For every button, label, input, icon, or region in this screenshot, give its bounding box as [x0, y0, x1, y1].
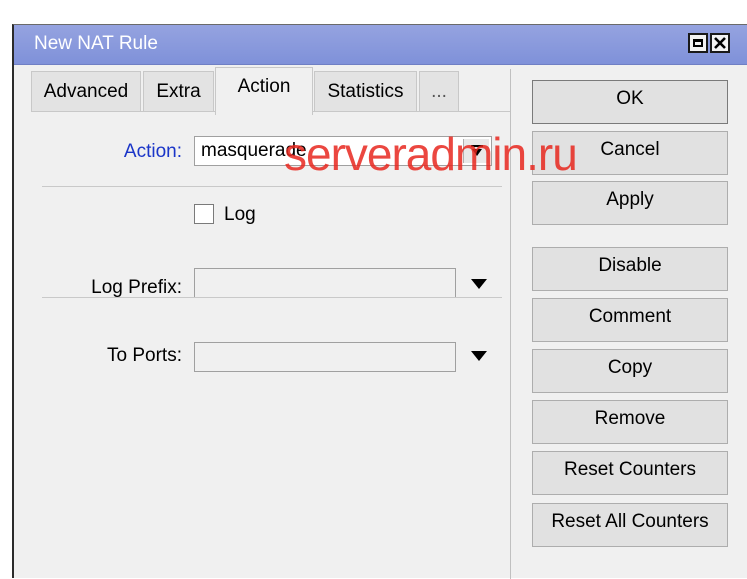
action-dropdown-button[interactable]	[463, 139, 489, 163]
tab-extra[interactable]: Extra	[143, 71, 214, 111]
action-value: masquerade	[201, 140, 307, 161]
log-prefix-expand-icon[interactable]	[471, 279, 487, 289]
nat-rule-window: New NAT Rule Advanced Extra Statistics .…	[12, 24, 747, 579]
disable-button[interactable]: Disable	[532, 247, 728, 291]
window-title: New NAT Rule	[34, 33, 158, 54]
reset-counters-button[interactable]: Reset Counters	[532, 451, 728, 495]
close-icon	[714, 37, 726, 49]
dropdown-arrow-icon	[470, 145, 483, 156]
log-label: Log	[224, 204, 256, 225]
separator	[42, 186, 502, 187]
maximize-icon	[693, 39, 703, 47]
tab-advanced[interactable]: Advanced	[31, 71, 141, 111]
log-prefix-input[interactable]	[194, 268, 456, 298]
maximize-button[interactable]	[688, 33, 708, 53]
ok-button[interactable]: OK	[532, 80, 728, 124]
log-prefix-label: Log Prefix:	[91, 277, 182, 298]
to-ports-label: To Ports:	[107, 345, 182, 366]
panel-divider	[510, 69, 511, 579]
action-select[interactable]: masquerade	[194, 136, 492, 166]
reset-all-counters-button[interactable]: Reset All Counters	[532, 503, 728, 547]
to-ports-expand-icon[interactable]	[471, 351, 487, 361]
separator	[42, 297, 502, 298]
cancel-button[interactable]: Cancel	[532, 131, 728, 175]
action-label: Action:	[123, 141, 182, 162]
tab-statistics[interactable]: Statistics	[314, 71, 417, 111]
remove-button[interactable]: Remove	[532, 400, 728, 444]
copy-button[interactable]: Copy	[532, 349, 728, 393]
apply-button[interactable]: Apply	[532, 181, 728, 225]
tab-more[interactable]: ...	[419, 71, 459, 111]
to-ports-input[interactable]	[194, 342, 456, 372]
tab-action[interactable]: Action	[215, 67, 313, 115]
close-button[interactable]	[710, 33, 730, 53]
comment-button[interactable]: Comment	[532, 298, 728, 342]
log-checkbox[interactable]	[194, 204, 214, 224]
title-bar[interactable]: New NAT Rule	[14, 25, 747, 65]
